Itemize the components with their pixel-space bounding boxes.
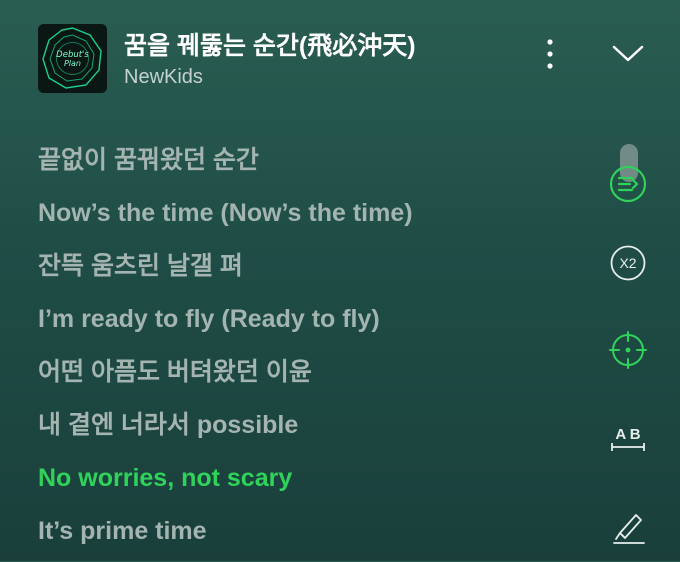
song-title: 꿈을 꿰뚫는 순간(飛必沖天) bbox=[124, 32, 416, 60]
album-art[interactable]: Debut's Plan bbox=[38, 24, 107, 93]
scroll-sync-icon[interactable] bbox=[608, 164, 648, 204]
lyric-line[interactable]: 내 곁엔 너라서 possible bbox=[38, 403, 413, 456]
chevron-down-icon[interactable] bbox=[608, 40, 648, 68]
more-options-icon[interactable] bbox=[538, 37, 562, 71]
speed-icon[interactable]: X2 bbox=[608, 243, 648, 283]
artist-name[interactable]: NewKids bbox=[124, 66, 203, 89]
ab-repeat-label: A B bbox=[615, 426, 641, 443]
lyrics-list[interactable]: 끝없이 꿈꿔왔던 순간 Now’s the time (Now’s the ti… bbox=[38, 138, 413, 562]
ab-repeat-icon[interactable]: A B bbox=[608, 418, 648, 458]
lyric-line[interactable]: It’s prime time bbox=[38, 509, 413, 562]
svg-text:Plan: Plan bbox=[64, 59, 81, 68]
focus-target-icon[interactable] bbox=[608, 330, 648, 370]
lyric-line[interactable]: 잔뜩 움츠린 날갤 펴 bbox=[38, 244, 413, 297]
edit-icon[interactable] bbox=[608, 506, 648, 546]
lyric-line[interactable]: I’m ready to fly (Ready to fly) bbox=[38, 297, 413, 350]
lyric-line[interactable]: 어떤 아픔도 버텨왔던 이윤 bbox=[38, 350, 413, 403]
lyric-line[interactable]: Now’s the time (Now’s the time) bbox=[38, 191, 413, 244]
speed-label: X2 bbox=[619, 255, 637, 271]
lyric-line-current[interactable]: No worries, not scary bbox=[38, 456, 413, 509]
lyric-line[interactable]: 끝없이 꿈꿔왔던 순간 bbox=[38, 138, 413, 191]
